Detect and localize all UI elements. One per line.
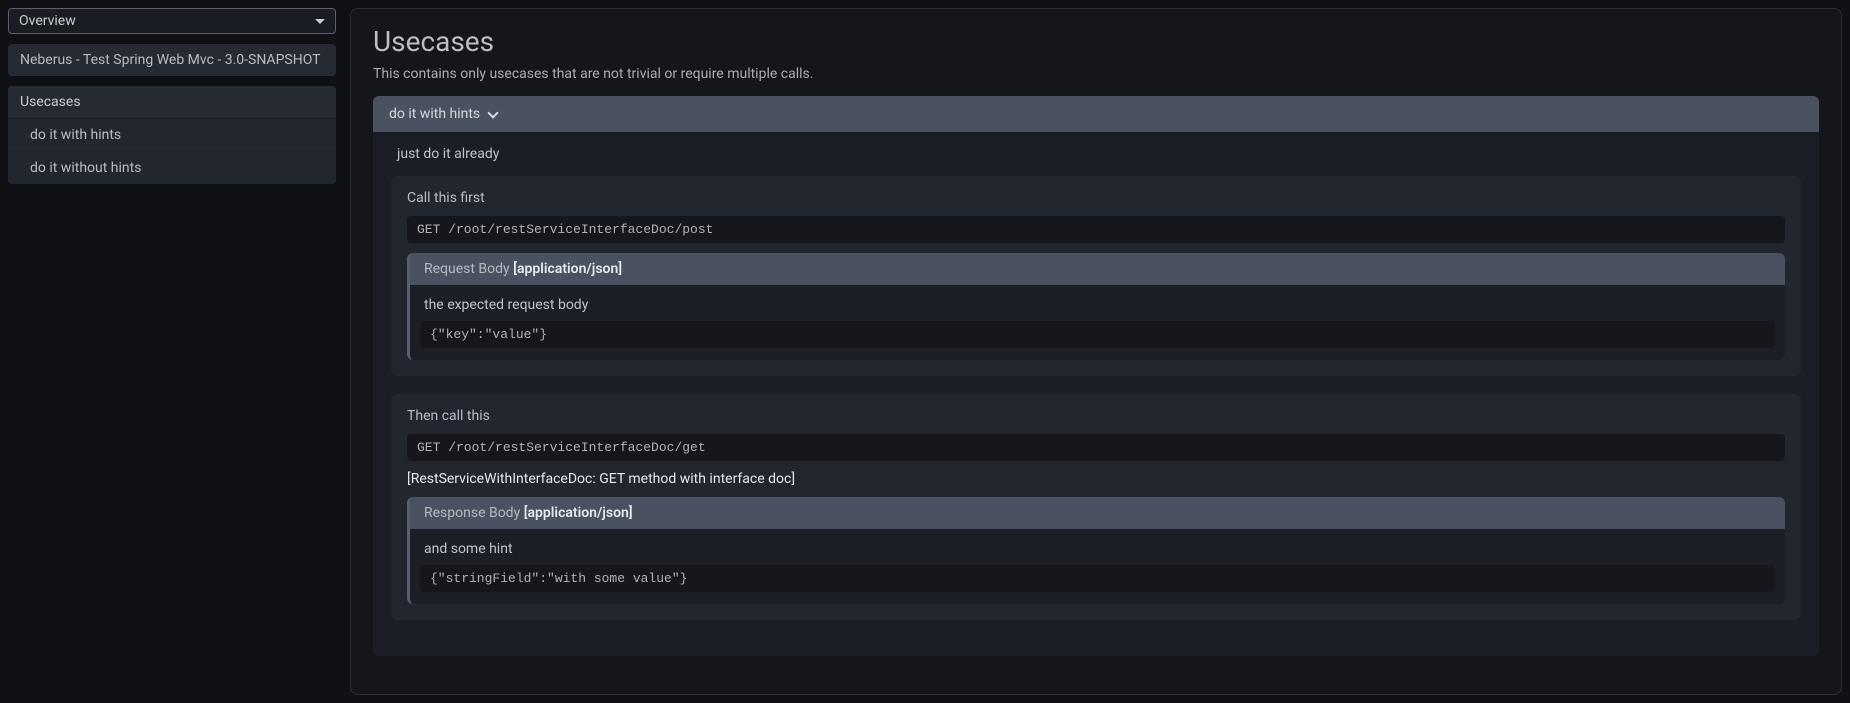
body-json: {"key":"value"} (420, 321, 1775, 348)
main-content: Usecases This contains only usecases tha… (350, 8, 1842, 695)
sidebar: Overview Neberus - Test Spring Web Mvc -… (8, 8, 336, 695)
request-line: GET /root/restServiceInterfaceDoc/get (407, 434, 1785, 461)
body-description: the expected request body (410, 285, 1785, 321)
request-body-section: Request Body [application/json] the expe… (407, 253, 1785, 360)
overview-dropdown[interactable]: Overview (8, 8, 336, 34)
body-mime: [application/json] (513, 261, 622, 277)
call-card: Then call this GET /root/restServiceInte… (391, 394, 1801, 620)
nav-group-usecases: Usecases do it with hints do it without … (8, 86, 336, 184)
app-root: Overview Neberus - Test Spring Web Mvc -… (0, 0, 1850, 703)
request-line: GET /root/restServiceInterfaceDoc/post (407, 216, 1785, 243)
page-description: This contains only usecases that are not… (373, 66, 1819, 82)
sidebar-item-label: do it without hints (30, 160, 141, 176)
body-header: Request Body [application/json] (410, 253, 1785, 285)
usecase-block: do it with hints just do it already Call… (373, 96, 1819, 656)
usecase-intro: just do it already (397, 146, 1801, 162)
call-doc: [RestServiceWithInterfaceDoc: GET method… (407, 471, 1785, 487)
sidebar-item-label: do it with hints (30, 127, 121, 143)
call-title: Call this first (407, 190, 1785, 206)
nav-header: Usecases (8, 86, 336, 118)
call-card: Call this first GET /root/restServiceInt… (391, 176, 1801, 376)
sidebar-item-do-it-without-hints[interactable]: do it without hints (8, 151, 336, 184)
caret-down-icon (315, 19, 325, 24)
body-kind-label: Request Body (424, 261, 510, 277)
body-header: Response Body [application/json] (410, 497, 1785, 529)
call-title: Then call this (407, 408, 1785, 424)
usecase-header-label: do it with hints (389, 106, 480, 122)
body-mime: [application/json] (524, 505, 633, 521)
usecase-body: just do it already Call this first GET /… (373, 132, 1819, 656)
usecase-header[interactable]: do it with hints (373, 96, 1819, 132)
sidebar-item-do-it-with-hints[interactable]: do it with hints (8, 118, 336, 151)
dropdown-label: Overview (19, 13, 76, 29)
body-kind-label: Response Body (424, 505, 520, 521)
page-title: Usecases (373, 25, 1819, 58)
body-json: {"stringField":"with some value"} (420, 565, 1775, 592)
chevron-down-icon (488, 109, 498, 119)
response-body-section: Response Body [application/json] and som… (407, 497, 1785, 604)
body-description: and some hint (410, 529, 1785, 565)
app-title: Neberus - Test Spring Web Mvc - 3.0-SNAP… (8, 44, 336, 76)
